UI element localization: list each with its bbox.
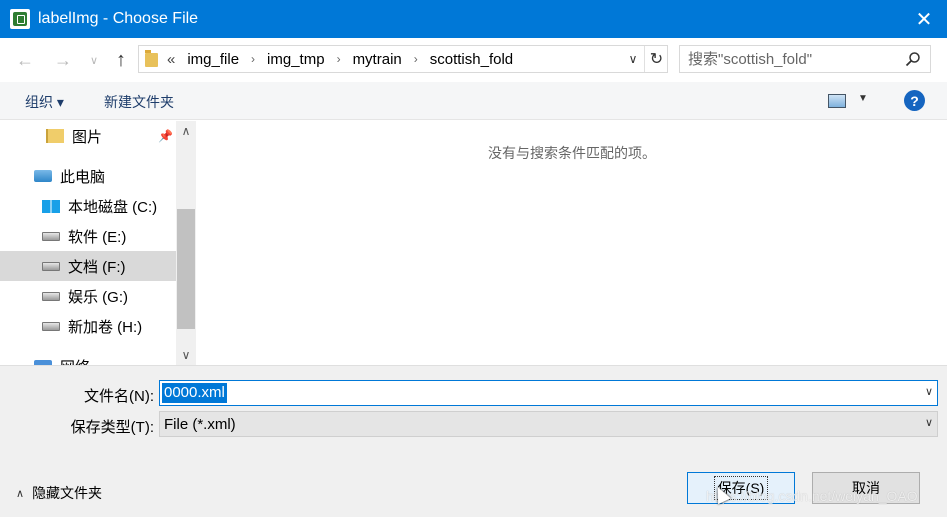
search-icon[interactable]: [904, 50, 922, 68]
breadcrumb-overflow-button[interactable]: «: [167, 51, 175, 68]
sidebar-item-network[interactable]: 网络: [0, 351, 176, 365]
labelimg-app-icon: [10, 9, 30, 29]
breadcrumb-separator-icon[interactable]: ›: [337, 52, 341, 66]
sidebar-item-drive-c[interactable]: 本地磁盘 (C:): [0, 191, 176, 221]
sidebar-item-drive-e[interactable]: 软件 (E:): [0, 221, 176, 251]
filetype-dropdown-button[interactable]: ∨: [925, 416, 933, 429]
sidebar-item-drive-g[interactable]: 娱乐 (G:): [0, 281, 176, 311]
hide-folders-button[interactable]: ∧ 隐藏文件夹: [16, 483, 102, 503]
sidebar-item-label: 娱乐 (G:): [68, 288, 128, 306]
sidebar-item-label: 此电脑: [60, 168, 106, 186]
sidebar-item-label: 文档 (F:): [68, 258, 126, 276]
view-options-icon[interactable]: [828, 94, 846, 108]
filetype-value: File (*.xml): [164, 416, 236, 433]
search-input[interactable]: [688, 49, 898, 69]
filetype-select[interactable]: File (*.xml) ∨: [159, 411, 938, 437]
drive-icon: [42, 291, 60, 301]
address-bar[interactable]: « img_file › img_tmp › mytrain › scottis…: [138, 45, 668, 73]
drive-icon: [42, 321, 60, 331]
view-dropdown-button[interactable]: ▼: [858, 93, 868, 104]
recent-locations-button[interactable]: ∨: [86, 48, 102, 72]
breadcrumb: « img_file › img_tmp › mytrain › scottis…: [167, 46, 513, 72]
filetype-label: 保存类型(T):: [70, 419, 154, 436]
drive-icon: [42, 231, 60, 241]
breadcrumb-mytrain[interactable]: mytrain: [353, 51, 402, 68]
sidebar-item-label: 本地磁盘 (C:): [68, 198, 158, 216]
sidebar-item-label: 新加卷 (H:): [68, 318, 143, 336]
filename-value[interactable]: 0000.xml: [162, 383, 227, 403]
drive-icon: [42, 261, 60, 271]
pictures-folder-icon: [46, 129, 64, 143]
breadcrumb-scottish-fold[interactable]: scottish_fold: [430, 51, 513, 68]
filename-label: 文件名(N):: [84, 388, 154, 405]
forward-button[interactable]: →: [50, 48, 76, 72]
empty-results-message: 没有与搜索条件匹配的项。: [488, 145, 656, 161]
new-folder-button[interactable]: 新建文件夹: [104, 92, 174, 112]
back-button[interactable]: ←: [12, 48, 38, 72]
navigation-pane: 图片 📌 此电脑 本地磁盘 (C:) 软件 (E:) 文档 (F:) 娱乐 (G…: [0, 121, 196, 365]
sidebar-item-label: 图片: [72, 128, 103, 146]
window-title: labelImg - Choose File: [38, 10, 199, 27]
title-bar: labelImg - Choose File ✕: [0, 0, 947, 38]
sidebar-item-this-pc[interactable]: 此电脑: [0, 161, 176, 191]
windows-drive-icon: [42, 199, 60, 213]
scroll-up-button[interactable]: ∧: [176, 121, 196, 141]
filename-dropdown-button[interactable]: ∨: [925, 385, 933, 398]
close-button[interactable]: ✕: [901, 0, 947, 38]
folder-icon: [145, 50, 158, 67]
sidebar-item-drive-h[interactable]: 新加卷 (H:): [0, 311, 176, 341]
command-bar: 组织 ▾ 新建文件夹 ▼ ?: [0, 82, 947, 120]
search-box[interactable]: [679, 45, 931, 73]
organize-button[interactable]: 组织 ▾: [25, 92, 64, 112]
up-folder-button[interactable]: ↑: [108, 48, 134, 72]
scroll-down-button[interactable]: ∨: [176, 345, 196, 365]
breadcrumb-img-file[interactable]: img_file: [187, 51, 239, 68]
address-history-dropdown[interactable]: ∨: [623, 46, 643, 72]
file-list-area[interactable]: 没有与搜索条件匹配的项。: [197, 121, 947, 365]
breadcrumb-separator-icon[interactable]: ›: [414, 52, 418, 66]
hide-folders-label: 隐藏文件夹: [32, 485, 103, 501]
sidebar-item-drive-f[interactable]: 文档 (F:): [0, 251, 176, 281]
filename-field[interactable]: 0000.xml ∨: [159, 380, 938, 406]
navigation-pane-scrollbar[interactable]: ∧ ∨: [176, 121, 196, 365]
chevron-up-icon: ∧: [16, 487, 25, 500]
pin-icon: 📌: [158, 129, 173, 143]
sidebar-item-label: 网络: [60, 356, 90, 366]
scrollbar-thumb[interactable]: [177, 209, 195, 329]
help-button[interactable]: ?: [904, 90, 925, 111]
navigation-bar: ← → ∨ ↑ « img_file › img_tmp › mytrain ›…: [0, 38, 947, 82]
refresh-button[interactable]: ↻: [644, 46, 668, 72]
computer-icon: [34, 170, 52, 182]
breadcrumb-img-tmp[interactable]: img_tmp: [267, 51, 325, 68]
watermark-text: https://blog.csdn.net/weiyan_OAO: [706, 488, 918, 504]
breadcrumb-separator-icon[interactable]: ›: [251, 52, 255, 66]
sidebar-item-label: 软件 (E:): [68, 228, 127, 246]
sidebar-item-pictures[interactable]: 图片 📌: [0, 121, 176, 151]
